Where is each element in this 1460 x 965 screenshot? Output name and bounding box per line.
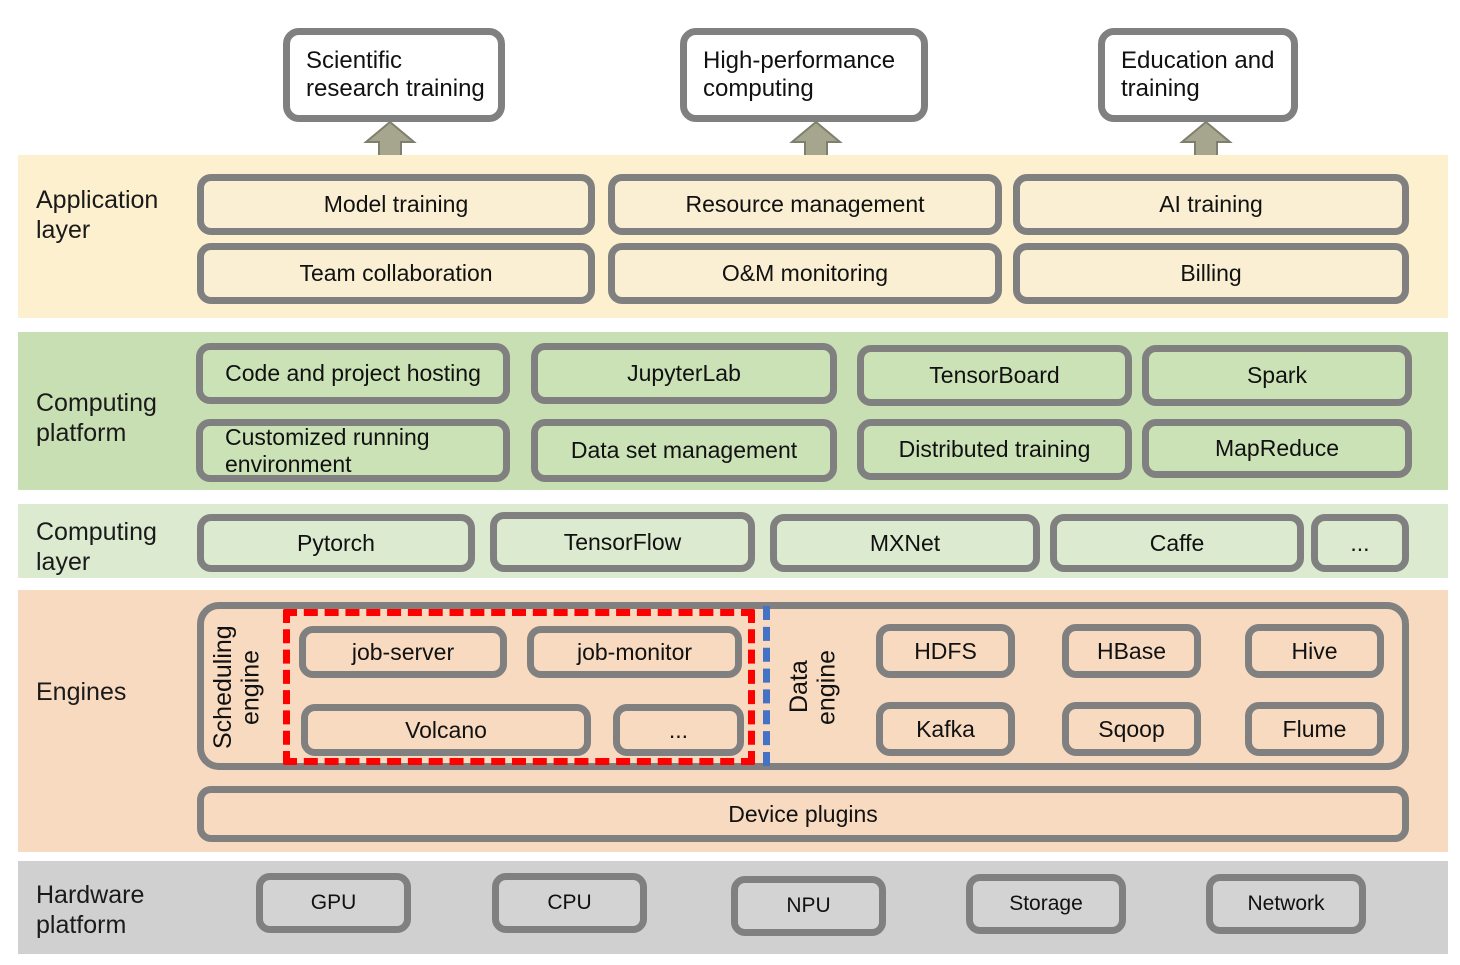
box-label: AI training — [1159, 191, 1263, 218]
scenario-box-high-performance-computing[interactable]: High-performance computing — [680, 28, 928, 122]
platform-box-mapreduce[interactable]: MapReduce — [1142, 419, 1412, 478]
box-label: Pytorch — [297, 529, 375, 556]
hardware-box-network[interactable]: Network — [1206, 874, 1366, 934]
data-engine-label: Data engine — [785, 649, 841, 725]
box-label: MXNet — [869, 529, 941, 556]
scenario-label: Education and training — [1121, 47, 1275, 102]
box-label: Model training — [323, 191, 469, 218]
computing-layer-box-more[interactable]: ... — [1311, 514, 1409, 572]
box-label: Billing — [1180, 260, 1242, 287]
arrow-up-high-performance-computing — [789, 120, 843, 160]
platform-box-data-set-management[interactable]: Data set management — [531, 419, 837, 482]
application-box-ai-training[interactable]: AI training — [1013, 174, 1409, 235]
box-label: TensorFlow — [563, 528, 682, 555]
box-label: NPU — [786, 893, 831, 917]
box-label: Kafka — [916, 715, 975, 742]
box-label: GPU — [310, 890, 357, 914]
box-label: MapReduce — [1214, 435, 1340, 462]
platform-box-jupyterlab[interactable]: JupyterLab — [531, 343, 837, 404]
engine-box-hive[interactable]: Hive — [1245, 624, 1384, 678]
scenario-box-scientific-research-training[interactable]: Scientific research training — [283, 28, 505, 122]
box-label: Volcano — [405, 716, 487, 743]
engine-box-hdfs[interactable]: HDFS — [876, 624, 1015, 678]
box-label: TensorBoard — [929, 362, 1060, 389]
hardware-box-npu[interactable]: NPU — [731, 876, 886, 936]
box-label: Device plugins — [728, 800, 878, 827]
arrow-up-education-and-training — [1179, 120, 1233, 160]
scenario-label: Scientific research training — [306, 47, 485, 102]
box-label: HBase — [1096, 637, 1167, 664]
box-label: ... — [1350, 529, 1370, 556]
computing-layer-box-pytorch[interactable]: Pytorch — [197, 514, 475, 572]
application-layer-label: Application layer — [36, 186, 159, 244]
box-label: HDFS — [914, 637, 977, 664]
box-label: CPU — [547, 890, 592, 914]
engines-label: Engines — [36, 678, 127, 706]
scenario-box-education-and-training[interactable]: Education and training — [1098, 28, 1298, 122]
arrow-up-scientific-research — [363, 120, 417, 160]
engine-box-scheduling-more[interactable]: ... — [613, 704, 744, 756]
box-label: Distributed training — [898, 436, 1091, 463]
box-label: Code and project hosting — [225, 360, 481, 387]
box-label: Sqoop — [1098, 715, 1165, 742]
platform-box-customized-running-environment[interactable]: Customized running environment — [196, 419, 510, 482]
application-box-billing[interactable]: Billing — [1013, 243, 1409, 304]
box-label: Customized running environment — [225, 424, 430, 477]
engine-box-job-server[interactable]: job-server — [299, 626, 507, 678]
box-label: Storage — [1009, 891, 1083, 915]
engine-box-kafka[interactable]: Kafka — [876, 702, 1015, 756]
box-label: JupyterLab — [627, 360, 741, 387]
engine-box-hbase[interactable]: HBase — [1062, 624, 1201, 678]
platform-box-spark[interactable]: Spark — [1142, 345, 1412, 406]
box-label: Team collaboration — [299, 260, 493, 287]
computing-layer-box-mxnet[interactable]: MXNet — [770, 514, 1040, 572]
box-label: Caffe — [1149, 529, 1205, 556]
platform-box-distributed-training[interactable]: Distributed training — [857, 419, 1132, 480]
hardware-box-storage[interactable]: Storage — [966, 874, 1126, 934]
computing-layer-box-caffe[interactable]: Caffe — [1050, 514, 1304, 572]
engine-box-sqoop[interactable]: Sqoop — [1062, 702, 1201, 756]
platform-box-code-and-project-hosting[interactable]: Code and project hosting — [196, 343, 510, 404]
box-label: Hive — [1291, 637, 1338, 664]
scenario-label: High-performance computing — [703, 47, 896, 102]
engine-divider — [763, 606, 770, 766]
engine-box-job-monitor[interactable]: job-monitor — [527, 626, 742, 678]
application-box-om-monitoring[interactable]: O&M monitoring — [608, 243, 1002, 304]
hardware-box-cpu[interactable]: CPU — [492, 873, 647, 933]
box-label: Resource management — [685, 191, 925, 218]
scheduling-engine-label: Scheduling engine — [209, 625, 265, 749]
box-label: Flume — [1282, 715, 1347, 742]
computing-layer-label: Computing layer — [36, 518, 157, 576]
platform-box-tensorboard[interactable]: TensorBoard — [857, 345, 1132, 406]
engine-box-flume[interactable]: Flume — [1245, 702, 1384, 756]
engine-box-volcano[interactable]: Volcano — [301, 704, 591, 756]
box-label: job-monitor — [576, 638, 693, 665]
hardware-box-gpu[interactable]: GPU — [256, 873, 411, 933]
computing-layer-box-tensorflow[interactable]: TensorFlow — [490, 512, 755, 572]
computing-platform-label: Computing platform — [36, 389, 157, 447]
hardware-platform-label: Hardware platform — [36, 881, 145, 939]
box-label: Spark — [1246, 362, 1308, 389]
architecture-diagram: Scientific research training High-perfor… — [0, 0, 1460, 965]
box-label: Data set management — [570, 437, 798, 464]
box-label: ... — [668, 716, 689, 743]
application-box-model-training[interactable]: Model training — [197, 174, 595, 235]
box-label: Network — [1247, 891, 1325, 915]
application-box-resource-management[interactable]: Resource management — [608, 174, 1002, 235]
box-label: job-server — [351, 638, 455, 665]
box-label: O&M monitoring — [721, 260, 889, 287]
device-plugins-box[interactable]: Device plugins — [197, 786, 1409, 842]
application-box-team-collaboration[interactable]: Team collaboration — [197, 243, 595, 304]
